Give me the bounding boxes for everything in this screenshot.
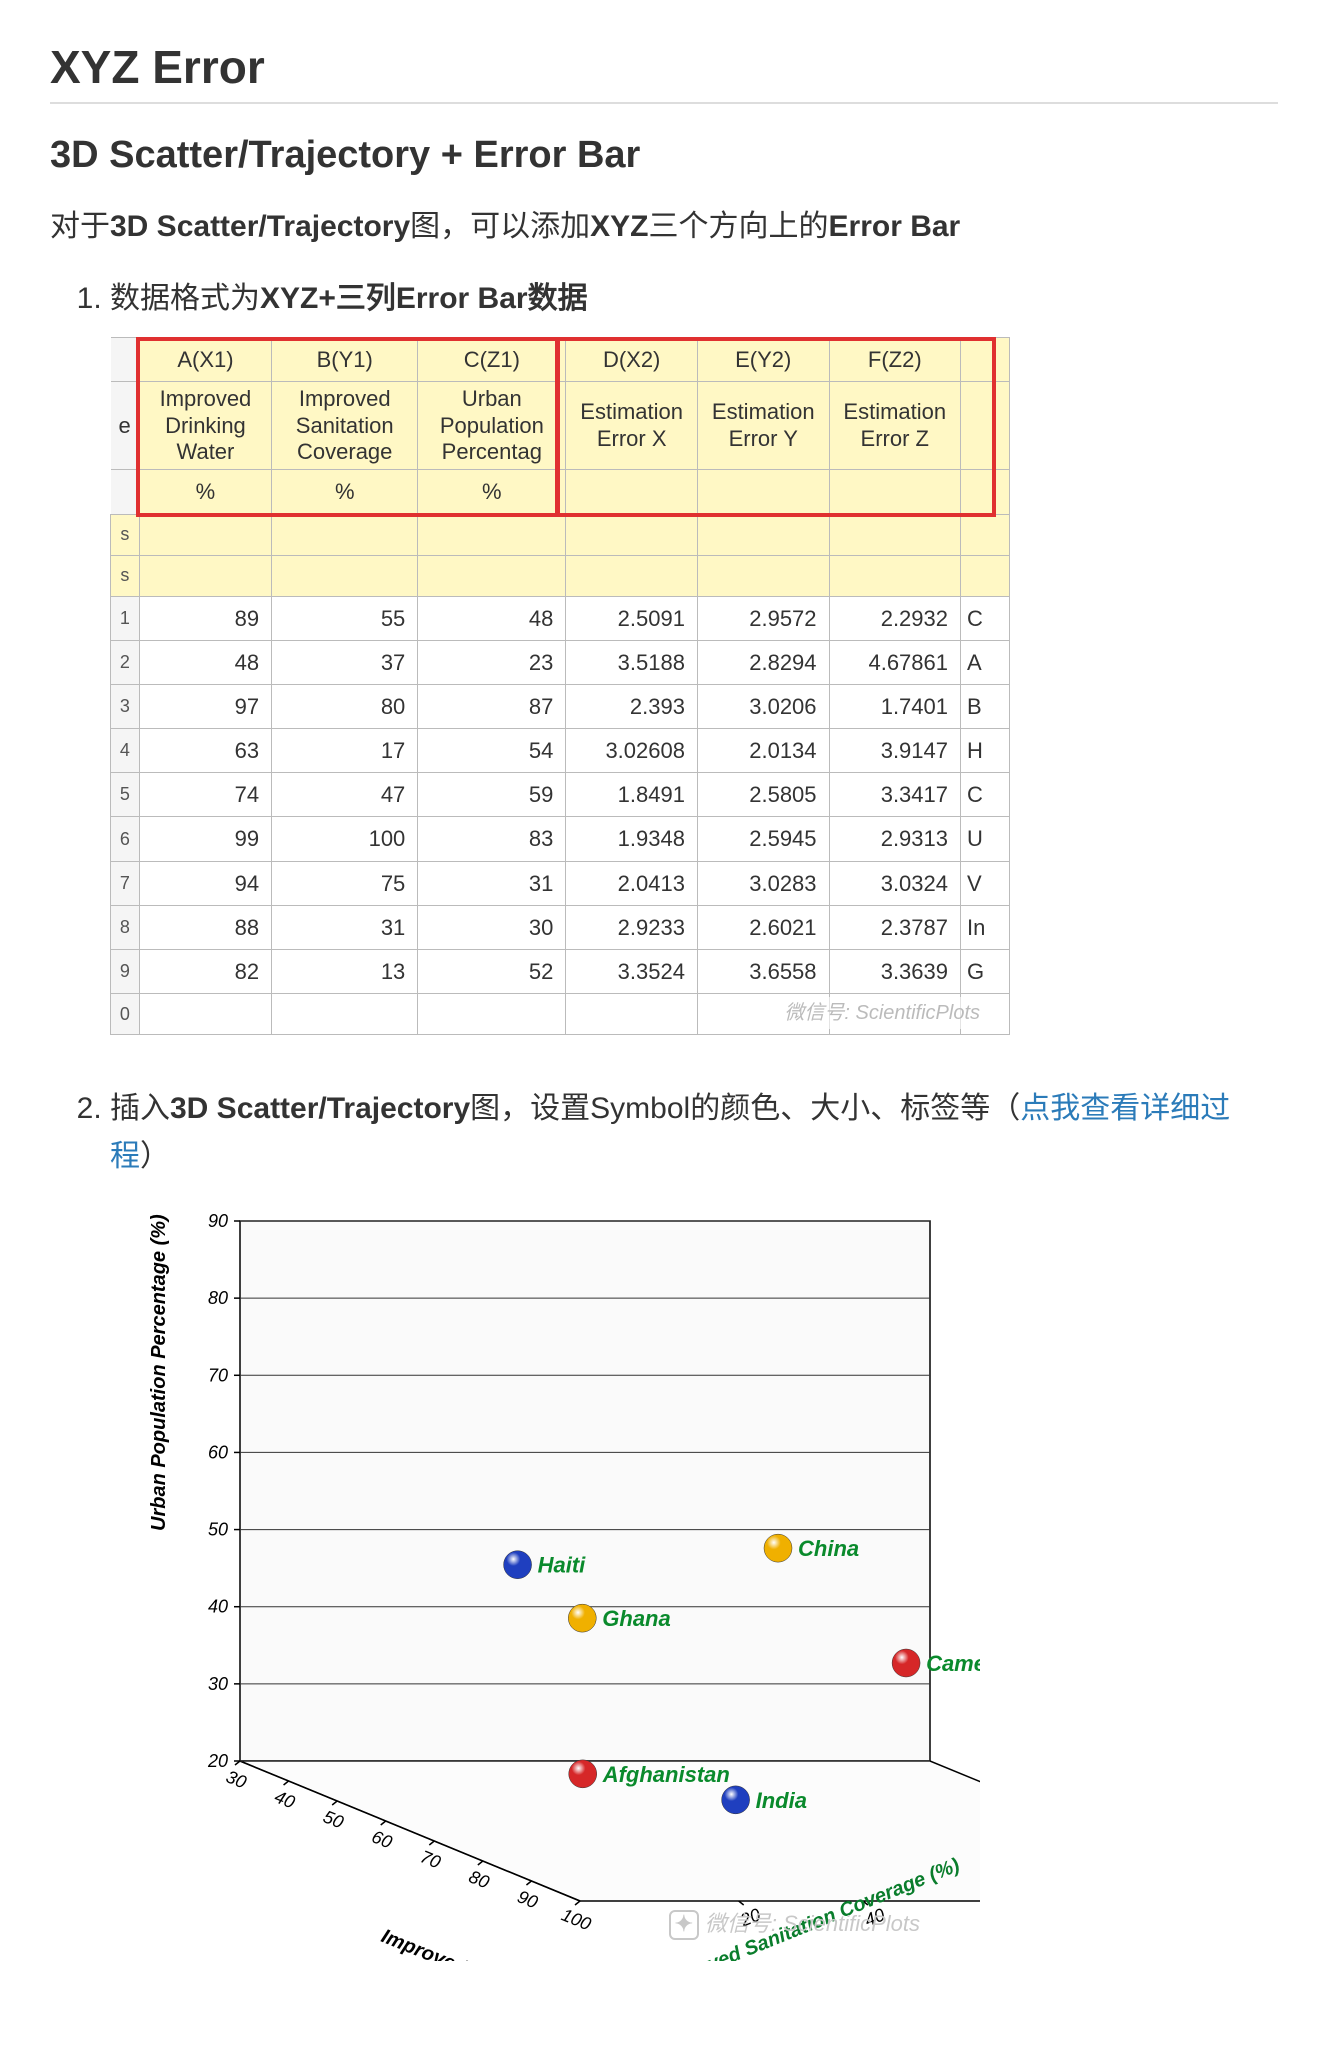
table-row: 699100831.93482.59452.9313U	[111, 817, 1010, 861]
svg-text:90: 90	[208, 1211, 228, 1231]
table-row: 18955482.50912.95722.2932C	[111, 596, 1010, 640]
svg-text:40: 40	[208, 1597, 228, 1617]
step-2: 插入3D Scatter/Trajectory图，设置Symbol的颜色、大小、…	[110, 1085, 1278, 1961]
step-1: 数据格式为XYZ+三列Error Bar数据 A(X1)B(Y1)C(Z1)D(…	[110, 275, 1278, 1035]
point-label: India	[756, 1788, 807, 1813]
scatter-point	[764, 1534, 792, 1562]
point-label: Afghanistan	[602, 1762, 730, 1787]
watermark: 微信号: ScientificPlots	[784, 997, 980, 1029]
svg-text:100: 100	[559, 1905, 594, 1935]
svg-text:70: 70	[418, 1847, 444, 1873]
svg-text:20: 20	[207, 1751, 228, 1771]
scatter-point	[892, 1649, 920, 1677]
svg-text:60: 60	[208, 1443, 228, 1463]
point-label: Cameroon	[926, 1651, 980, 1676]
section-title: 3D Scatter/Trajectory + Error Bar	[50, 134, 1278, 177]
point-label: Haiti	[538, 1553, 587, 1578]
svg-text:70: 70	[208, 1366, 228, 1386]
table-row: 39780872.3933.02061.7401B	[111, 684, 1010, 728]
scatter-point	[504, 1551, 532, 1579]
point-label: Ghana	[602, 1606, 670, 1631]
intro-paragraph: 对于3D Scatter/Trajectory图，可以添加XYZ三个方向上的Er…	[50, 201, 1278, 245]
svg-text:Urban Population Percentage (%: Urban Population Percentage (%)	[148, 1214, 170, 1531]
scatter-point	[569, 1760, 597, 1788]
table-row: 24837233.51882.82944.67861A	[111, 640, 1010, 684]
svg-text:80: 80	[208, 1288, 228, 1308]
svg-text:50: 50	[320, 1807, 346, 1833]
svg-text:30: 30	[208, 1674, 228, 1694]
scatter-point	[568, 1604, 596, 1632]
page-title: XYZ Error	[50, 40, 1278, 104]
table-row: 98213523.35243.65583.3639G	[111, 950, 1010, 994]
data-sheet: A(X1)B(Y1)C(Z1)D(X2)E(Y2)F(Z2) eImproved…	[110, 337, 1010, 1035]
scatter-3d-chart: 2030405060708090304050607080901002040608…	[110, 1201, 980, 1961]
scatter-point	[722, 1786, 750, 1814]
table-row: 79475312.04133.02833.0324V	[111, 861, 1010, 905]
svg-text:50: 50	[208, 1520, 228, 1540]
chart-watermark: ✦微信号: ScientificPlots	[669, 1906, 920, 1941]
wechat-icon: ✦	[669, 1910, 699, 1940]
svg-text:40: 40	[272, 1787, 298, 1813]
table-row: 88831302.92332.60212.3787In	[111, 905, 1010, 949]
svg-text:90: 90	[515, 1887, 541, 1913]
point-label: China	[798, 1536, 859, 1561]
svg-text:60: 60	[369, 1827, 395, 1853]
table-row: 46317543.026082.01343.9147H	[111, 729, 1010, 773]
table-row: 57447591.84912.58053.3417C	[111, 773, 1010, 817]
svg-text:80: 80	[466, 1867, 492, 1893]
